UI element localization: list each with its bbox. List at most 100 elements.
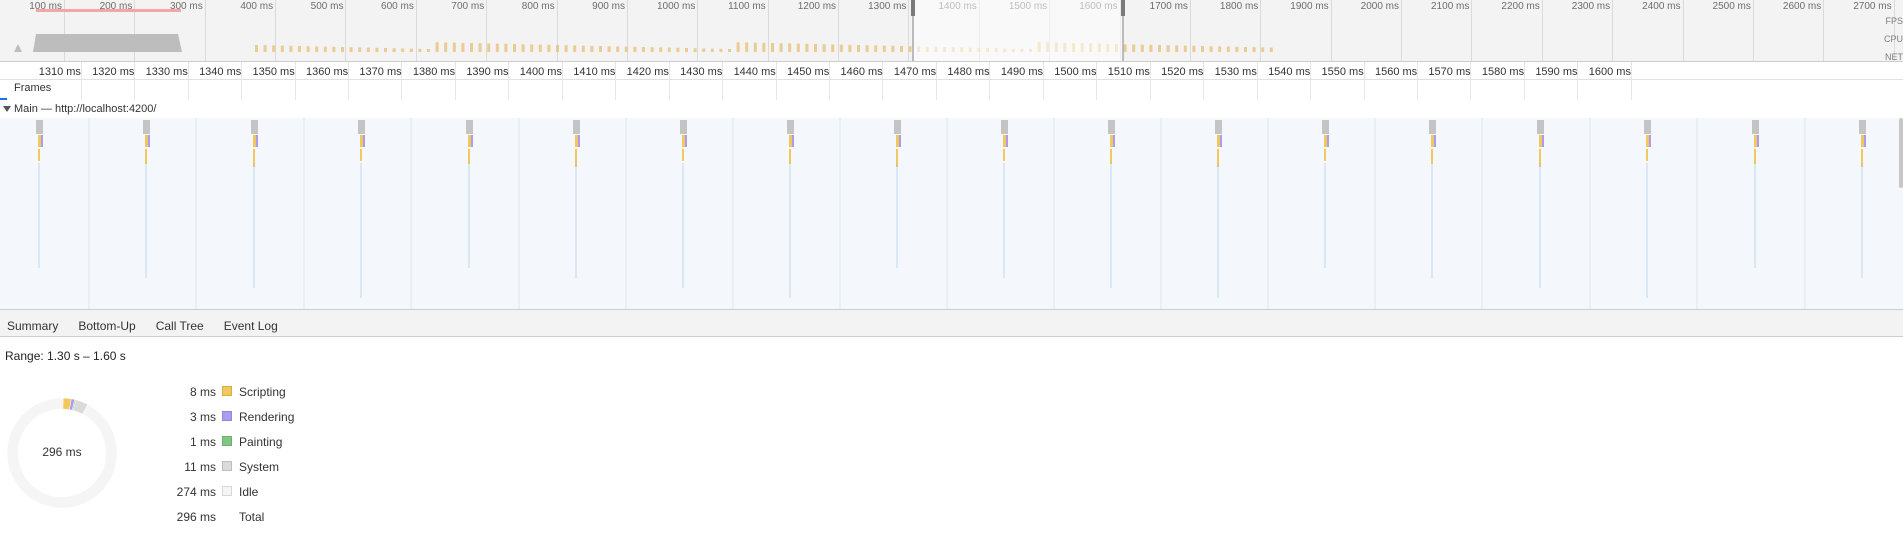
cpu-sample xyxy=(1149,44,1153,52)
system-event xyxy=(1322,120,1329,134)
tab-summary[interactable]: Summary xyxy=(0,310,65,337)
cpu-sample xyxy=(633,46,637,52)
rendering-event xyxy=(363,135,365,147)
cpu-sample xyxy=(642,47,645,52)
flame-chart-scrollbar[interactable] xyxy=(1899,118,1903,188)
rendering-event xyxy=(1113,135,1115,147)
scripting-event xyxy=(1861,135,1864,147)
legend-value: 296 ms xyxy=(176,510,216,524)
ruler-tick-label: 1530 ms xyxy=(1214,66,1257,78)
cpu-sample xyxy=(1261,47,1265,52)
cpu-sample xyxy=(831,44,835,52)
scripting-event xyxy=(682,149,684,161)
cpu-sample xyxy=(384,48,387,52)
cpu-sample xyxy=(306,46,310,52)
cpu-sample xyxy=(538,44,542,52)
legend-label: Scripting xyxy=(239,385,286,399)
ruler-tick-label: 1580 ms xyxy=(1481,66,1525,78)
ruler-tick-label: 1600 ms xyxy=(1588,66,1631,78)
cpu-sample xyxy=(900,46,903,52)
cpu-sample xyxy=(865,45,869,52)
system-event xyxy=(573,120,580,134)
cpu-sample xyxy=(762,42,766,52)
cpu-sample xyxy=(461,42,465,52)
cpu-sample xyxy=(857,45,860,52)
cpu-sample xyxy=(650,47,654,52)
ruler-tick-label: 1340 ms xyxy=(199,66,242,78)
scripting-event xyxy=(1431,149,1433,164)
tab-bottom-up[interactable]: Bottom-Up xyxy=(71,310,142,337)
legend-row-rendering: 3 ms Rendering xyxy=(150,410,350,435)
cpu-sample xyxy=(882,45,886,52)
scripting-event xyxy=(789,135,792,147)
tab-event-log[interactable]: Event Log xyxy=(217,310,285,337)
system-event xyxy=(787,120,794,134)
scripting-event xyxy=(253,135,256,147)
flame-chart[interactable]: 1310 ms 1320 ms 1330 ms 1340 ms 1350 ms 1360 … xyxy=(0,62,1903,310)
legend-value: 1 ms xyxy=(189,435,216,449)
ruler-tick-label: 1560 ms xyxy=(1374,66,1418,78)
ruler-tick-label: 1370 ms xyxy=(359,66,402,78)
cpu-sample xyxy=(444,42,448,52)
cpu-sample xyxy=(805,43,809,52)
scripting-event xyxy=(360,135,363,147)
scripting-event xyxy=(1003,149,1005,161)
cpu-sample xyxy=(495,43,499,52)
cpu-sample xyxy=(788,43,792,52)
scripting-event xyxy=(1110,149,1112,164)
legend-swatch xyxy=(222,436,232,446)
lane-label-net: NET xyxy=(1885,52,1903,62)
legend-label: System xyxy=(239,460,280,474)
system-event xyxy=(1215,120,1222,134)
lane-label-fps: FPS xyxy=(1885,16,1903,26)
cpu-sample xyxy=(753,42,757,52)
cpu-sample xyxy=(349,47,353,52)
cpu-sample xyxy=(1201,46,1204,52)
cpu-sample xyxy=(401,48,405,52)
cpu-sample xyxy=(513,44,516,52)
cpu-sample xyxy=(590,45,594,52)
cpu-sample xyxy=(323,46,327,52)
cpu-sample xyxy=(452,42,456,52)
cpu-sample xyxy=(702,48,706,52)
cpu-sample xyxy=(1166,45,1170,52)
cpu-sample xyxy=(891,45,895,52)
overview-selection-window[interactable] xyxy=(912,0,1124,61)
main-thread-events[interactable] xyxy=(0,118,1903,310)
cpu-sample xyxy=(822,44,826,52)
cpu-sample xyxy=(504,43,508,52)
legend-row-total: 296 ms Total xyxy=(150,510,350,535)
main-track-header[interactable]: Main — http://localhost:4200/ xyxy=(0,100,1903,118)
cpu-sample xyxy=(779,43,783,52)
system-event xyxy=(1859,120,1866,134)
summary-legend: 8 ms Scripting 3 ms Rendering 1 ms Paint… xyxy=(150,385,350,535)
cpu-sample xyxy=(710,48,714,52)
cpu-sample xyxy=(547,44,551,52)
cpu-sample xyxy=(796,43,800,52)
rendering-event xyxy=(899,135,901,147)
selection-handle-left[interactable] xyxy=(911,0,916,16)
cpu-sample xyxy=(280,45,284,52)
scripting-event xyxy=(1217,135,1220,147)
lane-label-cpu: CPU xyxy=(1883,34,1903,44)
expand-arrow-icon[interactable] xyxy=(3,106,11,112)
timeline-overview[interactable]: 100 ms 200 ms 300 ms 400 ms 500 ms 600 ms 700 … xyxy=(0,0,1903,62)
system-event xyxy=(143,120,150,134)
scripting-event xyxy=(1324,135,1327,147)
rendering-event xyxy=(148,135,150,147)
rendering-event xyxy=(41,135,43,147)
cpu-sample xyxy=(1123,44,1127,52)
summary-panel: Range: 1.30 s – 1.60 s 296 ms 8 ms Scrip… xyxy=(0,337,1903,551)
cpu-sample xyxy=(392,48,396,52)
cpu-sample xyxy=(728,49,731,52)
scripting-event xyxy=(1754,149,1756,164)
selection-handle-right[interactable] xyxy=(1120,0,1125,16)
frames-track[interactable]: Frames xyxy=(0,80,1903,98)
cpu-sample xyxy=(1218,46,1222,52)
rendering-event xyxy=(792,135,794,147)
tab-call-tree[interactable]: Call Tree xyxy=(149,310,211,337)
scripting-event xyxy=(575,135,578,147)
scripting-event xyxy=(1539,135,1542,147)
rendering-event xyxy=(256,135,258,147)
legend-swatch xyxy=(222,411,232,421)
